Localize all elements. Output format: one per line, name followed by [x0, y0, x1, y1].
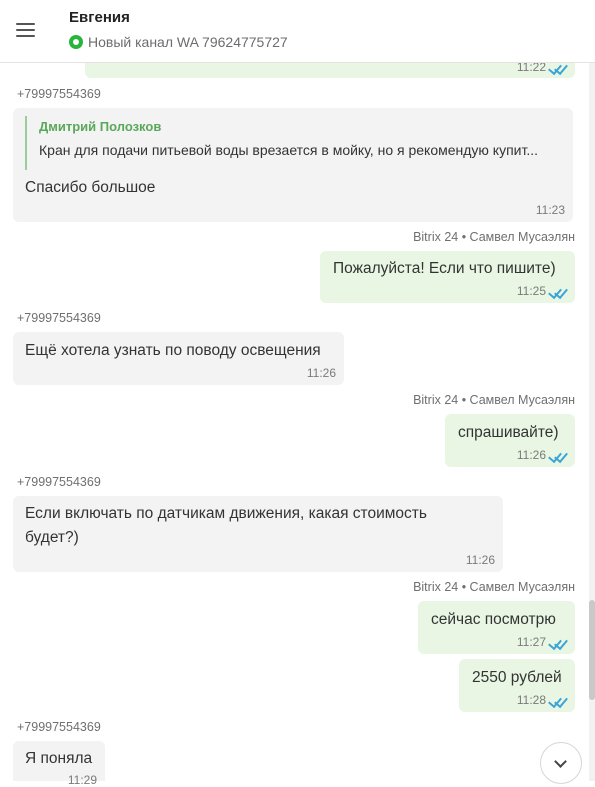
- message-bubble-outgoing[interactable]: сейчас посмотрю 11:27: [418, 601, 575, 654]
- sender-phone: +79997554369: [17, 475, 101, 489]
- scrollbar[interactable]: [589, 62, 595, 781]
- sender-operator: Bitrix 24 • Самвел Мусаэлян: [413, 393, 575, 407]
- message-bubble-outgoing[interactable]: спрашивайте) 11:26: [445, 414, 575, 467]
- sender-operator: Bitrix 24 • Самвел Мусаэлян: [413, 580, 575, 594]
- message-text: Пожалуйста! Если что пишите): [333, 260, 556, 277]
- message-text-line-2: будет?): [25, 529, 79, 546]
- read-checkmarks-icon: [548, 635, 568, 651]
- sender-phone: +79997554369: [17, 720, 101, 734]
- message-text: 2550 рублей: [472, 669, 562, 686]
- sender-phone: +79997554369: [17, 87, 101, 101]
- message-time: 11:28: [516, 693, 546, 707]
- read-checkmarks-icon: [548, 448, 568, 464]
- message-bubble-outgoing[interactable]: Пожалуйста! Если что пишите) 11:25: [320, 251, 575, 303]
- quote-author: Дмитрий Полозков: [39, 119, 162, 134]
- sender-operator: Bitrix 24 • Самвел Мусаэлян: [413, 230, 575, 244]
- message-bubble-incoming[interactable]: Если включать по датчикам движения, кака…: [13, 496, 503, 572]
- quoted-message[interactable]: Дмитрий Полозков Кран для подачи питьево…: [25, 116, 562, 170]
- channel-info: Новый канал WA 79624775727: [69, 34, 288, 50]
- message-time: 11:27: [516, 635, 546, 649]
- message-time: 11:26: [516, 448, 546, 462]
- message-bubble-outgoing[interactable]: 2550 рублей 11:28: [459, 659, 575, 712]
- message-text: Ещё хотела узнать по поводу освещения: [25, 342, 321, 359]
- menu-icon[interactable]: [16, 23, 35, 39]
- scroll-down-button[interactable]: [540, 742, 582, 784]
- message-time: 11:26: [465, 553, 495, 567]
- message-time: 11:23: [535, 203, 565, 217]
- read-checkmarks-icon: [548, 284, 568, 300]
- sender-phone: +79997554369: [17, 311, 101, 325]
- scrollbar-thumb[interactable]: [589, 600, 595, 700]
- chat-header: Евгения Новый канал WA 79624775727: [0, 0, 595, 63]
- message-text: спрашивайте): [458, 424, 559, 441]
- message-text: сейчас посмотрю: [431, 611, 556, 628]
- read-checkmarks-icon: [548, 693, 568, 709]
- message-text-line-1: Если включать по датчикам движения, кака…: [25, 505, 427, 522]
- message-time: 11:29: [67, 773, 97, 787]
- message-time: 11:26: [306, 366, 336, 380]
- message-bubble-incoming[interactable]: Ещё хотела узнать по поводу освещения 11…: [13, 332, 344, 385]
- message-bubble-incoming[interactable]: Дмитрий Полозков Кран для подачи питьево…: [13, 108, 573, 222]
- message-time: 11:25: [516, 284, 546, 298]
- message-text: Я поняла: [25, 750, 93, 767]
- whatsapp-icon: [69, 35, 83, 49]
- message-text: Спасибо большое: [25, 179, 156, 196]
- contact-name[interactable]: Евгения: [69, 9, 130, 26]
- read-checkmarks-icon: [548, 60, 568, 76]
- quote-text: Кран для подачи питьевой воды врезается …: [39, 142, 539, 158]
- channel-name: Новый канал WA 79624775727: [88, 34, 288, 50]
- message-bubble-incoming[interactable]: Я поняла 11:29: [13, 741, 105, 787]
